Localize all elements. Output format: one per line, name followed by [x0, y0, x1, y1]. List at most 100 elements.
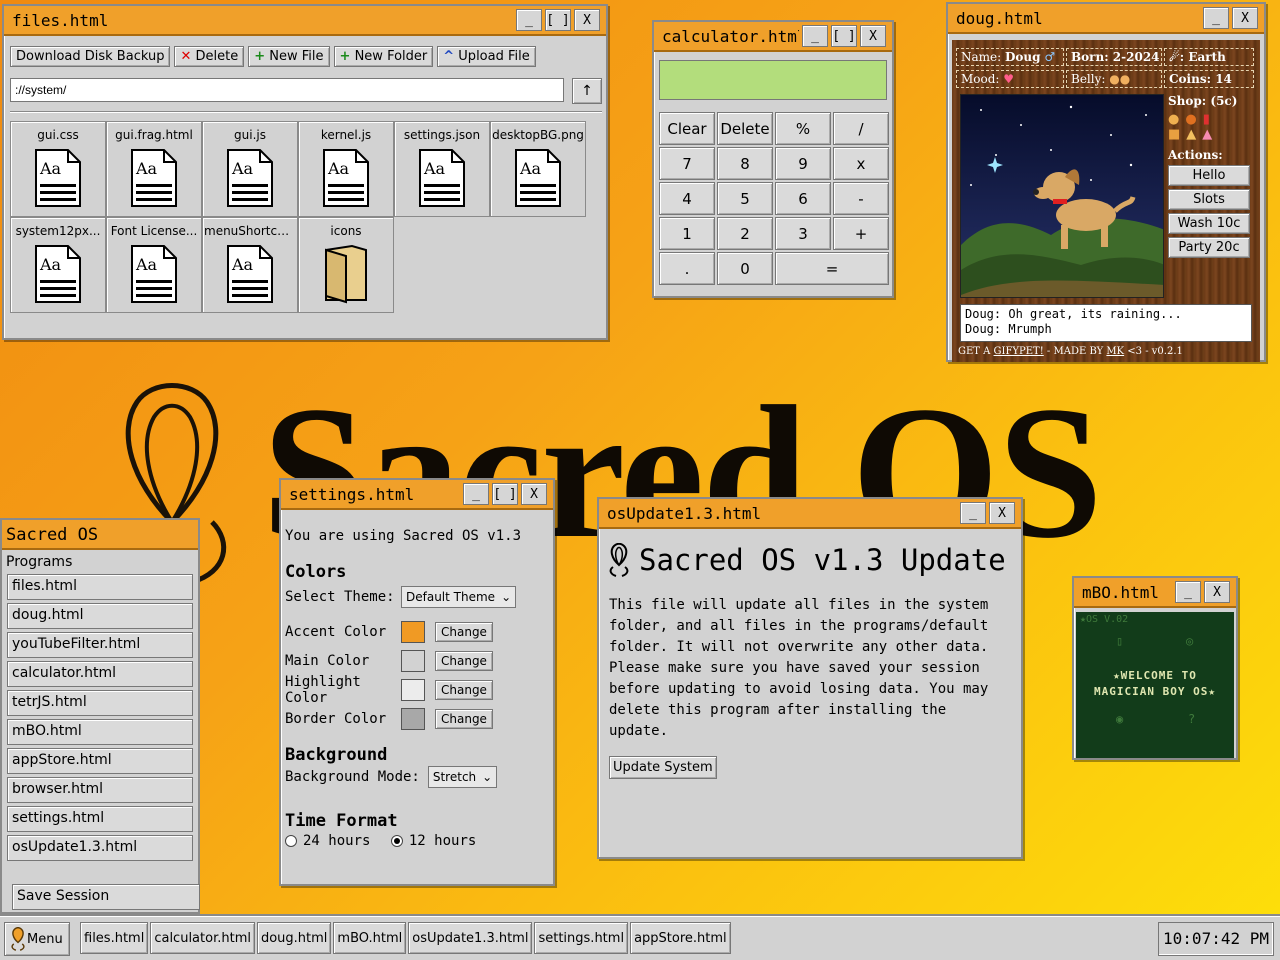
files-titlebar[interactable]: files.html _ [ ] X	[4, 6, 606, 36]
minimize-button[interactable]: _	[516, 9, 542, 31]
gifypet-link[interactable]: GIFYPET!	[994, 346, 1044, 357]
program-item[interactable]: browser.html	[7, 777, 193, 803]
theme-select[interactable]: Default Theme ⌄	[401, 585, 517, 608]
calc-key[interactable]: 1	[659, 217, 715, 250]
minimize-button[interactable]: _	[802, 25, 828, 47]
mbo-music-icon[interactable]: ◉	[1116, 712, 1123, 726]
file-item[interactable]: Font License... Aa	[106, 217, 202, 313]
taskbar-task-button[interactable]: osUpdate1.3.html	[408, 922, 533, 954]
close-button[interactable]: X	[521, 483, 547, 505]
program-item[interactable]: settings.html	[7, 806, 193, 832]
path-input[interactable]	[10, 78, 564, 102]
maximize-button[interactable]: [ ]	[831, 25, 857, 47]
calc-key[interactable]: 7	[659, 147, 715, 180]
program-item[interactable]: osUpdate1.3.html	[7, 835, 193, 861]
calculator-titlebar[interactable]: calculator.html _ [ ] X	[654, 22, 892, 52]
new-file-button[interactable]: + New File	[248, 46, 330, 67]
radio-24-hours[interactable]	[285, 835, 297, 847]
burger-icon[interactable]: ●	[1168, 112, 1185, 127]
change-color-button[interactable]: Change	[435, 708, 493, 729]
taskbar-task-button[interactable]: calculator.html	[150, 922, 255, 954]
doug-titlebar[interactable]: doug.html _ X	[948, 4, 1264, 34]
new-folder-button[interactable]: + New Folder	[333, 46, 434, 67]
calc-key[interactable]: %	[775, 112, 831, 145]
program-item[interactable]: calculator.html	[7, 661, 193, 687]
calc-key[interactable]: =	[775, 252, 889, 285]
program-item[interactable]: tetrJS.html	[7, 690, 193, 716]
taskbar-task-button[interactable]: files.html	[80, 922, 149, 954]
mbo-clock-icon[interactable]: ◎	[1186, 634, 1193, 648]
mbo-help-icon[interactable]: ?	[1188, 712, 1195, 726]
calc-key[interactable]: 4	[659, 182, 715, 215]
close-button[interactable]: X	[860, 25, 886, 47]
pet-action-button[interactable]: Hello	[1168, 165, 1250, 186]
calc-key[interactable]: 2	[717, 217, 773, 250]
soda-icon[interactable]: ▮	[1203, 112, 1216, 127]
calc-key[interactable]: 8	[717, 147, 773, 180]
close-button[interactable]: X	[574, 9, 600, 31]
calc-key[interactable]: /	[833, 112, 889, 145]
close-button[interactable]: X	[1232, 7, 1258, 29]
maximize-button[interactable]: [ ]	[545, 9, 571, 31]
minimize-button[interactable]: _	[1203, 7, 1229, 29]
pet-action-button[interactable]: Slots	[1168, 189, 1250, 210]
cake-icon[interactable]: ▲	[1202, 127, 1218, 142]
settings-titlebar[interactable]: settings.html _ [ ] X	[281, 480, 553, 510]
calc-key[interactable]: Clear	[659, 112, 715, 145]
program-item[interactable]: files.html	[7, 574, 193, 600]
calc-key[interactable]: 9	[775, 147, 831, 180]
minimize-button[interactable]: _	[1175, 581, 1201, 603]
file-item[interactable]: menuShortcu... Aa	[202, 217, 298, 313]
file-item[interactable]: desktopBG.png Aa	[490, 121, 586, 217]
maximize-button[interactable]: [ ]	[492, 483, 518, 505]
taskbar-task-button[interactable]: settings.html	[534, 922, 629, 954]
taskbar-task-button[interactable]: doug.html	[256, 922, 332, 954]
delete-button[interactable]: ✕ Delete	[174, 46, 245, 67]
change-color-button[interactable]: Change	[435, 621, 493, 642]
mbo-notes-icon[interactable]: ▯	[1116, 634, 1123, 648]
file-item[interactable]: system12px... Aa	[10, 217, 106, 313]
calc-key[interactable]: Delete	[717, 112, 773, 145]
change-color-button[interactable]: Change	[435, 650, 493, 671]
programs-category[interactable]: Programs	[2, 550, 198, 574]
icecream-icon[interactable]: ▲	[1186, 127, 1202, 142]
bread-icon[interactable]: ■	[1168, 127, 1186, 142]
minimize-button[interactable]: _	[463, 483, 489, 505]
close-button[interactable]: X	[989, 502, 1015, 524]
calc-key[interactable]: -	[833, 182, 889, 215]
minimize-button[interactable]: _	[960, 502, 986, 524]
chicken-icon[interactable]: ●	[1185, 112, 1202, 127]
calc-key[interactable]: +	[833, 217, 889, 250]
upload-file-button[interactable]: ^ Upload File	[437, 46, 536, 67]
file-item[interactable]: icons	[298, 217, 394, 313]
calc-key[interactable]: .	[659, 252, 715, 285]
file-item[interactable]: gui.js Aa	[202, 121, 298, 217]
file-item[interactable]: gui.frag.html Aa	[106, 121, 202, 217]
mbo-titlebar[interactable]: mBO.html _ X	[1074, 578, 1236, 608]
calc-key[interactable]: 3	[775, 217, 831, 250]
update-titlebar[interactable]: osUpdate1.3.html _ X	[599, 499, 1021, 529]
calc-key[interactable]: 5	[717, 182, 773, 215]
up-directory-button[interactable]: ↑	[572, 78, 602, 104]
calc-key[interactable]: 0	[717, 252, 773, 285]
download-backup-button[interactable]: Download Disk Backup	[10, 46, 171, 67]
file-item[interactable]: settings.json Aa	[394, 121, 490, 217]
program-item[interactable]: mBO.html	[7, 719, 193, 745]
radio-12-hours[interactable]	[390, 835, 403, 847]
bg-mode-select[interactable]: Stretch ⌄	[427, 766, 498, 788]
program-item[interactable]: appStore.html	[7, 748, 193, 774]
program-item[interactable]: doug.html	[7, 603, 193, 629]
program-item[interactable]: youTubeFilter.html	[7, 632, 193, 658]
update-system-button[interactable]: Update System	[609, 756, 717, 779]
save-session-button[interactable]: Save Session	[12, 884, 200, 910]
author-link[interactable]: MK	[1106, 346, 1124, 357]
file-item[interactable]: gui.css Aa	[10, 121, 106, 217]
file-item[interactable]: kernel.js Aa	[298, 121, 394, 217]
start-menu-button[interactable]: Menu	[4, 922, 70, 956]
pet-action-button[interactable]: Wash 10c	[1168, 213, 1250, 234]
close-button[interactable]: X	[1204, 581, 1230, 603]
calc-key[interactable]: 6	[775, 182, 831, 215]
pet-action-button[interactable]: Party 20c	[1168, 237, 1250, 258]
taskbar-task-button[interactable]: appStore.html	[630, 922, 731, 954]
change-color-button[interactable]: Change	[435, 679, 493, 700]
